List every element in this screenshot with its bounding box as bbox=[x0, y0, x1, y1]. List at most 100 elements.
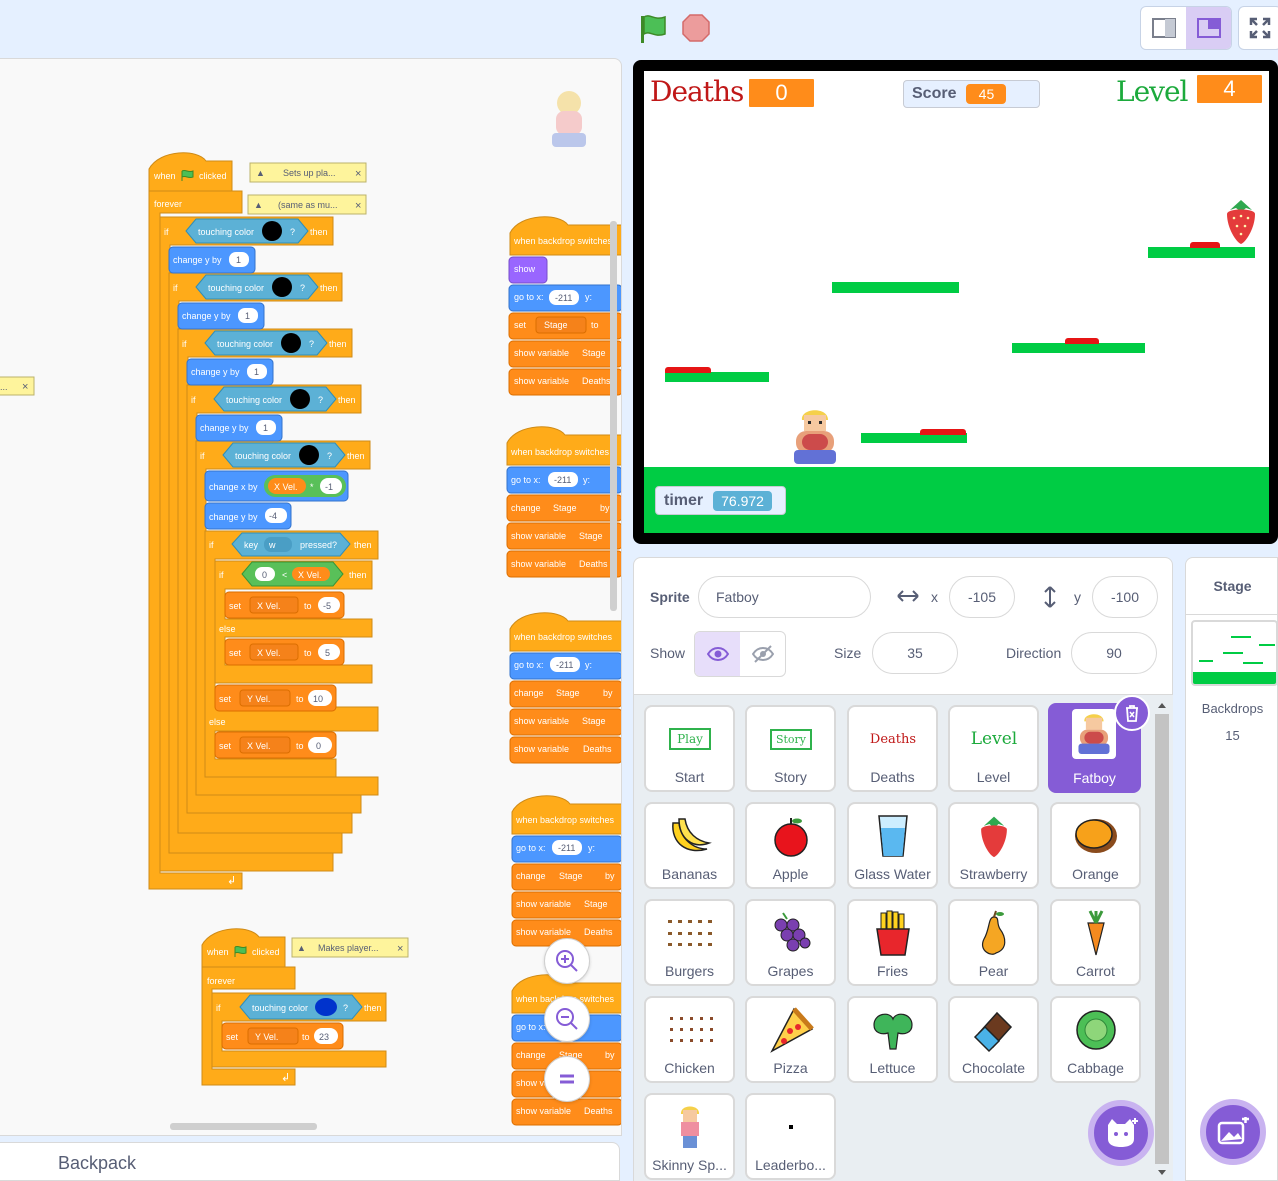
collapsed-comment[interactable]: ... × bbox=[0, 376, 35, 396]
svg-text:then: then bbox=[329, 339, 347, 349]
svg-text:set: set bbox=[226, 1032, 239, 1042]
sprite-name-input[interactable]: Fatboy bbox=[698, 576, 871, 618]
stop-button[interactable] bbox=[681, 13, 711, 43]
script-backdrop-4[interactable]: when backdrop switches go to x: -211 y: … bbox=[511, 795, 622, 947]
sprite-tile-story[interactable]: Story Story bbox=[745, 705, 836, 792]
script-comment[interactable]: ▲ (same as mu... × bbox=[247, 194, 367, 215]
sprite-tile-apple[interactable]: Apple bbox=[745, 802, 836, 889]
sprite-tile-pear[interactable]: Pear bbox=[948, 899, 1039, 986]
timer-label: timer bbox=[664, 491, 704, 509]
svg-text:show variable: show variable bbox=[514, 744, 569, 754]
sprite-tile-bananas[interactable]: Bananas bbox=[644, 802, 735, 889]
stage-thumbnail[interactable] bbox=[1191, 620, 1278, 686]
svg-text:y:: y: bbox=[585, 660, 592, 670]
svg-text:show variable: show variable bbox=[511, 531, 566, 541]
sprite-tile-fries[interactable]: Fries bbox=[847, 899, 938, 986]
svg-text:change y by: change y by bbox=[182, 311, 231, 321]
code-workspace[interactable]: ... × when clicked forever ↲ if if if if… bbox=[0, 58, 622, 1136]
lava bbox=[665, 367, 711, 373]
sprite-tile-lettuce[interactable]: Lettuce bbox=[847, 996, 938, 1083]
skinny-sprite-icon bbox=[664, 1101, 716, 1153]
svg-text:1: 1 bbox=[236, 255, 241, 265]
backpack-bar[interactable]: Backpack bbox=[0, 1142, 620, 1181]
vertical-scrollbar[interactable] bbox=[610, 221, 617, 611]
visibility-toggle bbox=[694, 631, 786, 677]
show-label: Show bbox=[650, 645, 686, 661]
svg-text:if: if bbox=[182, 339, 187, 349]
svg-text:set: set bbox=[229, 601, 242, 611]
fullscreen-button[interactable] bbox=[1238, 6, 1278, 50]
svg-text:Stage: Stage bbox=[544, 320, 568, 330]
choose-backdrop-button[interactable] bbox=[1200, 1099, 1266, 1165]
score-monitor[interactable]: Score 45 bbox=[903, 80, 1040, 108]
green-flag-button[interactable] bbox=[636, 12, 670, 46]
sprite-tile-leaderboard[interactable]: Leaderbo... bbox=[745, 1093, 836, 1180]
sprite-tile-chocolate[interactable]: Chocolate bbox=[948, 996, 1039, 1083]
hide-sprite-button[interactable] bbox=[740, 632, 785, 676]
script-comment[interactable]: ▲ Sets up pla... × bbox=[249, 162, 367, 183]
x-position-input[interactable]: -105 bbox=[949, 576, 1015, 618]
zoom-reset-button[interactable] bbox=[544, 1056, 590, 1102]
script-player-movement[interactable]: when clicked forever ↲ if if if if if to… bbox=[148, 152, 379, 890]
show-sprite-button[interactable] bbox=[695, 632, 740, 676]
sprite-tile-carrot[interactable]: Carrot bbox=[1050, 899, 1141, 986]
zoom-out-button[interactable] bbox=[544, 996, 590, 1042]
sprite-list-scrollbar[interactable] bbox=[1155, 700, 1169, 1180]
stage-target-panel[interactable]: Stage Backdrops 15 bbox=[1185, 557, 1278, 1181]
sprite-tile-cabbage[interactable]: Cabbage bbox=[1050, 996, 1141, 1083]
strawberry-sprite[interactable] bbox=[1224, 196, 1258, 246]
sprite-tile-start[interactable]: Play Start bbox=[644, 705, 735, 792]
stage-panel-title: Stage bbox=[1213, 578, 1252, 594]
y-position-input[interactable]: -100 bbox=[1092, 576, 1158, 618]
sprite-tile-orange[interactable]: Orange bbox=[1050, 802, 1141, 889]
svg-text:▲: ▲ bbox=[256, 168, 265, 178]
sprite-tile-glass-water[interactable]: Glass Water bbox=[847, 802, 938, 889]
svg-text:Deaths: Deaths bbox=[584, 1106, 613, 1116]
svg-text:?: ? bbox=[309, 339, 314, 349]
direction-input[interactable]: 90 bbox=[1071, 632, 1157, 674]
script-backdrop-3[interactable]: when backdrop switches go to x: -211 y: … bbox=[509, 612, 622, 764]
backdrops-count: 15 bbox=[1225, 728, 1240, 743]
sprite-tile-skinny-sprite[interactable]: Skinny Sp... bbox=[644, 1093, 735, 1180]
svg-text:change x by: change x by bbox=[209, 482, 258, 492]
sprite-tile-grapes[interactable]: Grapes bbox=[745, 899, 836, 986]
sprite-tile-strawberry[interactable]: Strawberry bbox=[948, 802, 1039, 889]
svg-text:?: ? bbox=[318, 395, 323, 405]
horizontal-scrollbar[interactable] bbox=[170, 1123, 317, 1130]
eye-icon bbox=[706, 647, 729, 661]
script-comment[interactable]: ▲ Makes player... × bbox=[291, 937, 409, 958]
fatboy-sprite[interactable] bbox=[792, 406, 838, 468]
zoom-in-button[interactable] bbox=[544, 938, 590, 984]
svg-text:show variable: show variable bbox=[514, 716, 569, 726]
svg-text:Stage: Stage bbox=[579, 531, 603, 541]
sprite-tile-level[interactable]: Level Level bbox=[948, 705, 1039, 792]
sprite-tile-chicken[interactable]: Chicken bbox=[644, 996, 735, 1083]
svg-text:go to x:: go to x: bbox=[516, 843, 546, 853]
svg-text:show: show bbox=[514, 264, 536, 274]
normal-stage-button[interactable] bbox=[1186, 7, 1231, 49]
small-stage-button[interactable] bbox=[1141, 7, 1186, 49]
delete-sprite-button[interactable] bbox=[1114, 695, 1150, 731]
svg-text:show variable: show variable bbox=[516, 899, 571, 909]
timer-monitor[interactable]: timer 76.972 bbox=[655, 486, 786, 515]
zoom-in-icon bbox=[556, 950, 578, 972]
sprite-tile-pizza[interactable]: Pizza bbox=[745, 996, 836, 1083]
svg-text:then: then bbox=[320, 283, 338, 293]
sprite-tile-deaths[interactable]: Deaths Deaths bbox=[847, 705, 938, 792]
stage-canvas[interactable]: Deaths 0 Score 45 Level 4 timer 76.972 bbox=[644, 71, 1269, 533]
script-backdrop-1[interactable]: when backdrop switches show go to x: -21… bbox=[508, 216, 622, 396]
lava bbox=[1190, 242, 1220, 248]
svg-text:-211: -211 bbox=[555, 293, 572, 303]
svg-text:Sets up pla...: Sets up pla... bbox=[283, 168, 336, 178]
green-flag-icon bbox=[641, 15, 666, 43]
sprite-tile-burgers[interactable]: Burgers bbox=[644, 899, 735, 986]
size-input[interactable]: 35 bbox=[872, 632, 958, 674]
hat-when: when bbox=[153, 171, 176, 181]
script-jump-pad[interactable]: when clicked forever if touching color ?… bbox=[201, 928, 409, 1086]
svg-text:1: 1 bbox=[245, 311, 250, 321]
choose-sprite-button[interactable] bbox=[1088, 1100, 1154, 1166]
script-backdrop-2[interactable]: when backdrop switches go to x: -211 y: … bbox=[506, 426, 622, 578]
svg-text:0: 0 bbox=[262, 570, 267, 580]
chocolate-icon bbox=[968, 1004, 1020, 1056]
svg-text:0: 0 bbox=[316, 741, 321, 751]
